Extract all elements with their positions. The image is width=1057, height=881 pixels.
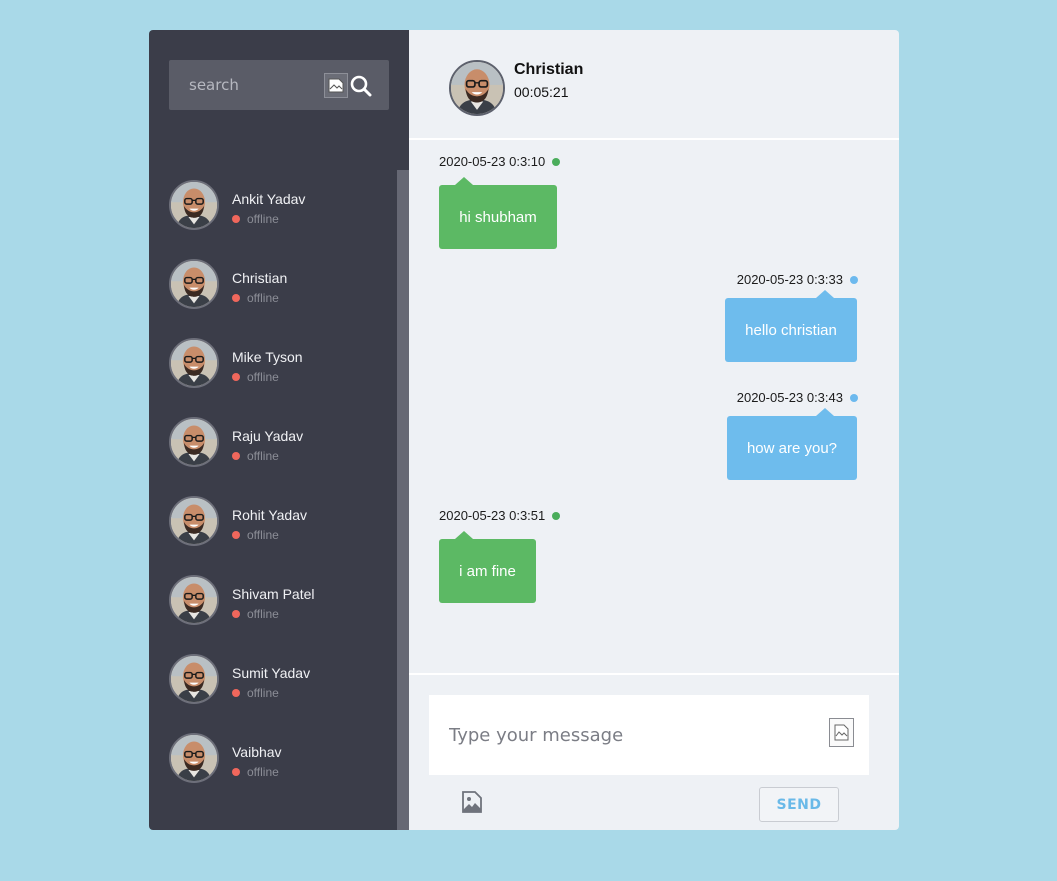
message-bubble-sent: how are you?	[727, 408, 857, 480]
message-bubble-sent: hello christian	[725, 290, 857, 362]
message-timestamp: 2020-05-23 0:3:51	[439, 508, 561, 523]
message-bubble-received: hi shubham	[439, 177, 557, 249]
contact-item[interactable]: Sumit Yadav offline	[169, 654, 389, 733]
offline-dot-icon	[232, 610, 240, 618]
contacts-scrollbar[interactable]	[397, 170, 409, 830]
contact-item[interactable]: Raju Yadav offline	[169, 417, 389, 496]
message-status-dot-icon	[552, 158, 561, 166]
call-timer: 00:05:21	[514, 84, 569, 100]
message-timestamp: 2020-05-23 0:3:43	[737, 390, 858, 405]
contact-item[interactable]: Shivam Patel offline	[169, 575, 389, 654]
offline-dot-icon	[232, 373, 240, 381]
offline-dot-icon	[232, 768, 240, 776]
chat-contact-name: Christian	[514, 61, 584, 78]
broken-image-icon	[324, 73, 348, 98]
chat-header: Christian 00:05:21	[409, 30, 899, 140]
message-timestamp: 2020-05-23 0:3:10	[439, 154, 561, 169]
contacts-sidebar: Ankit Yadav offline Christian offline Mi…	[149, 30, 409, 830]
offline-dot-icon	[232, 689, 240, 697]
contact-item[interactable]: Rohit Yadav offline	[169, 496, 389, 575]
contact-name: Shivam Patel	[232, 586, 315, 602]
contact-status: offline	[232, 370, 279, 384]
contact-status: offline	[232, 765, 279, 779]
contact-name: Sumit Yadav	[232, 665, 311, 681]
broken-image-icon	[829, 718, 854, 747]
contact-item[interactable]: Ankit Yadav offline	[169, 180, 389, 259]
avatar	[169, 575, 219, 625]
contact-name: Vaibhav	[232, 744, 282, 760]
contact-name: Raju Yadav	[232, 428, 304, 444]
contact-status: offline	[232, 528, 279, 542]
chat-app-window: Ankit Yadav offline Christian offline Mi…	[149, 30, 899, 830]
offline-dot-icon	[232, 452, 240, 460]
avatar	[169, 180, 219, 230]
offline-dot-icon	[232, 531, 240, 539]
contact-name: Ankit Yadav	[232, 191, 306, 207]
contact-status: offline	[232, 291, 279, 305]
avatar	[169, 496, 219, 546]
search-box	[169, 60, 389, 110]
image-icon[interactable]	[460, 790, 484, 814]
avatar	[169, 733, 219, 783]
contact-item[interactable]: Vaibhav offline	[169, 733, 389, 812]
send-button[interactable]: SEND	[759, 787, 839, 822]
offline-dot-icon	[232, 294, 240, 302]
message-status-dot-icon	[552, 512, 561, 520]
message-bubble-received: i am fine	[439, 531, 536, 603]
contact-list: Ankit Yadav offline Christian offline Mi…	[169, 180, 389, 812]
message-status-dot-icon	[850, 276, 858, 284]
contact-status: offline	[232, 449, 279, 463]
contact-name: Mike Tyson	[232, 349, 303, 365]
message-timestamp: 2020-05-23 0:3:33	[737, 272, 858, 287]
contact-status: offline	[232, 686, 279, 700]
contact-name: Rohit Yadav	[232, 507, 307, 523]
contact-name: Christian	[232, 270, 288, 286]
search-icon[interactable]	[350, 75, 372, 97]
avatar	[169, 417, 219, 467]
avatar	[169, 338, 219, 388]
contact-item[interactable]: Christian offline	[169, 259, 389, 338]
contact-status: offline	[232, 212, 279, 226]
search-input[interactable]	[169, 60, 319, 110]
message-status-dot-icon	[850, 394, 858, 402]
avatar	[449, 60, 505, 116]
message-input[interactable]	[429, 695, 809, 775]
avatar	[169, 259, 219, 309]
message-composer	[429, 695, 869, 775]
offline-dot-icon	[232, 215, 240, 223]
contact-item[interactable]: Mike Tyson offline	[169, 338, 389, 417]
composer-divider	[409, 673, 899, 675]
avatar	[169, 654, 219, 704]
contact-status: offline	[232, 607, 279, 621]
chat-panel: Christian 00:05:21 2020-05-23 0:3:10 hi …	[409, 30, 899, 830]
